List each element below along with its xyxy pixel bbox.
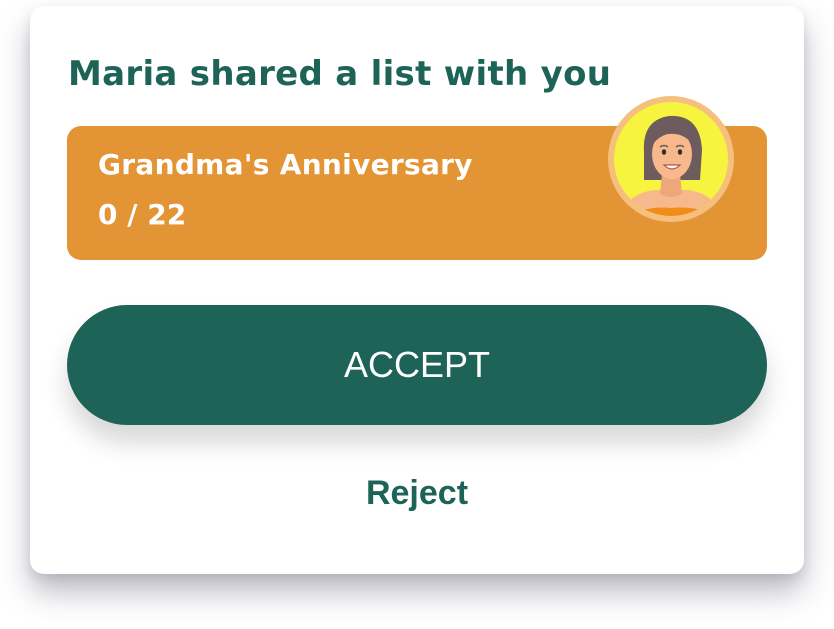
- dialog-title: Maria shared a list with you: [68, 54, 612, 94]
- sharer-avatar: [608, 96, 734, 222]
- accept-button[interactable]: ACCEPT: [67, 305, 767, 425]
- list-progress: 0 / 22: [98, 198, 187, 231]
- woman-avatar-icon: [614, 102, 728, 216]
- share-invite-dialog: Maria shared a list with you Grandma's A…: [30, 6, 804, 574]
- list-name: Grandma's Anniversary: [98, 148, 473, 181]
- reject-button[interactable]: Reject: [317, 468, 517, 518]
- page-background: Maria shared a list with you Grandma's A…: [0, 0, 834, 629]
